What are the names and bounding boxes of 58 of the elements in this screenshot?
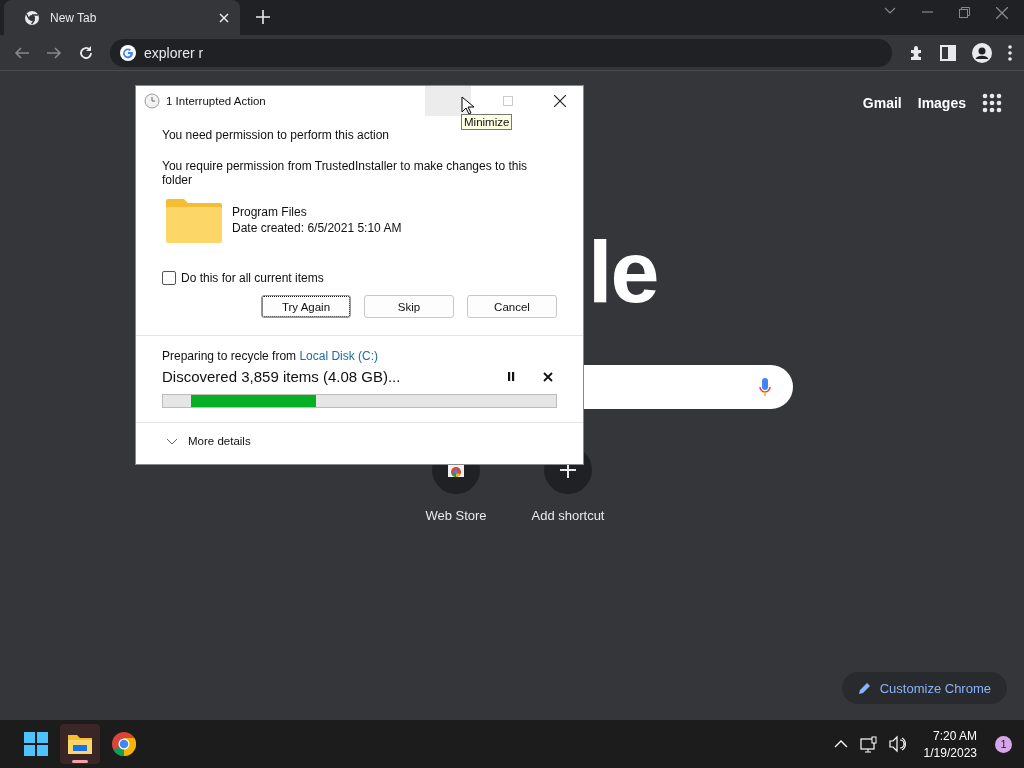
source-link[interactable]: Local Disk (C:) xyxy=(299,349,379,363)
logo-text: le xyxy=(588,221,658,323)
pencil-icon xyxy=(857,681,872,695)
notification-badge[interactable]: 1 xyxy=(995,735,1012,753)
network-icon[interactable] xyxy=(859,735,877,753)
dialog-heading: You need permission to perform this action xyxy=(162,128,390,142)
folder-icon xyxy=(68,732,92,756)
file-name: Program Files xyxy=(232,205,308,219)
chevron-up-icon[interactable] xyxy=(833,739,848,749)
customize-button[interactable]: Customize Chrome xyxy=(841,672,1007,704)
progress-status: Discovered 3,859 items (4.08 GB)... xyxy=(162,368,402,385)
top-link[interactable]: Gmail xyxy=(862,95,902,111)
profile-icon[interactable] xyxy=(972,42,992,63)
chevron-icon xyxy=(166,437,178,445)
folder-icon xyxy=(166,197,222,243)
top-link[interactable]: Images xyxy=(917,95,966,111)
close-icon xyxy=(554,95,566,107)
puzzle-icon[interactable] xyxy=(908,44,924,61)
dialog-button[interactable]: Skip xyxy=(364,295,454,318)
chrome-icon xyxy=(24,9,40,26)
menu-icon[interactable] xyxy=(1008,44,1012,61)
close-icon[interactable] xyxy=(996,6,1008,19)
chrome-icon xyxy=(112,732,136,756)
progress-caption: Preparing to recycle from Local Disk (C:) xyxy=(162,349,380,363)
windows-icon xyxy=(24,732,48,756)
dialog-title: 1 Interrupted Action xyxy=(166,95,267,107)
google-icon xyxy=(120,44,136,61)
maximize-icon xyxy=(503,96,513,106)
add-icon xyxy=(560,462,576,478)
side-panel-icon[interactable] xyxy=(940,44,956,61)
minimize-button[interactable] xyxy=(425,86,471,116)
checkbox-label: Do this for all current items xyxy=(181,271,324,285)
address-bar[interactable]: explorer r xyxy=(110,38,892,67)
address-text[interactable]: explorer r xyxy=(144,44,204,61)
browser-tab[interactable]: New Tab xyxy=(4,0,240,35)
more-details-button[interactable]: More details xyxy=(136,423,281,459)
taskbar-app[interactable] xyxy=(60,724,100,764)
reload-icon[interactable] xyxy=(78,44,94,61)
clock-icon xyxy=(144,93,160,109)
microphone-icon[interactable] xyxy=(759,378,771,396)
chevron-icon[interactable] xyxy=(884,6,896,14)
new-tab-icon[interactable] xyxy=(256,10,270,24)
restore-icon[interactable] xyxy=(959,6,970,18)
forward-icon[interactable] xyxy=(46,44,62,61)
checkbox[interactable] xyxy=(162,271,176,285)
cursor-icon xyxy=(461,96,475,116)
pause-icon[interactable] xyxy=(507,371,515,381)
dialog-button[interactable]: Cancel xyxy=(467,295,557,318)
dialog-message: You require permission from TrustedInstaller to make changes to this folder xyxy=(162,159,529,187)
back-icon[interactable] xyxy=(14,44,30,61)
cancel-icon[interactable] xyxy=(543,371,553,382)
dialog-button[interactable]: Try Again xyxy=(261,295,351,318)
clock-date[interactable]: 1/19/2023 xyxy=(923,745,977,760)
file-date: Date created: 6/5/2021 5:10 AM xyxy=(232,221,402,235)
clock-time[interactable]: 7:20 AM xyxy=(932,728,977,743)
tooltip: Minimize xyxy=(461,114,513,130)
volume-icon[interactable] xyxy=(888,735,906,753)
apps-grid-icon[interactable] xyxy=(982,93,1002,113)
